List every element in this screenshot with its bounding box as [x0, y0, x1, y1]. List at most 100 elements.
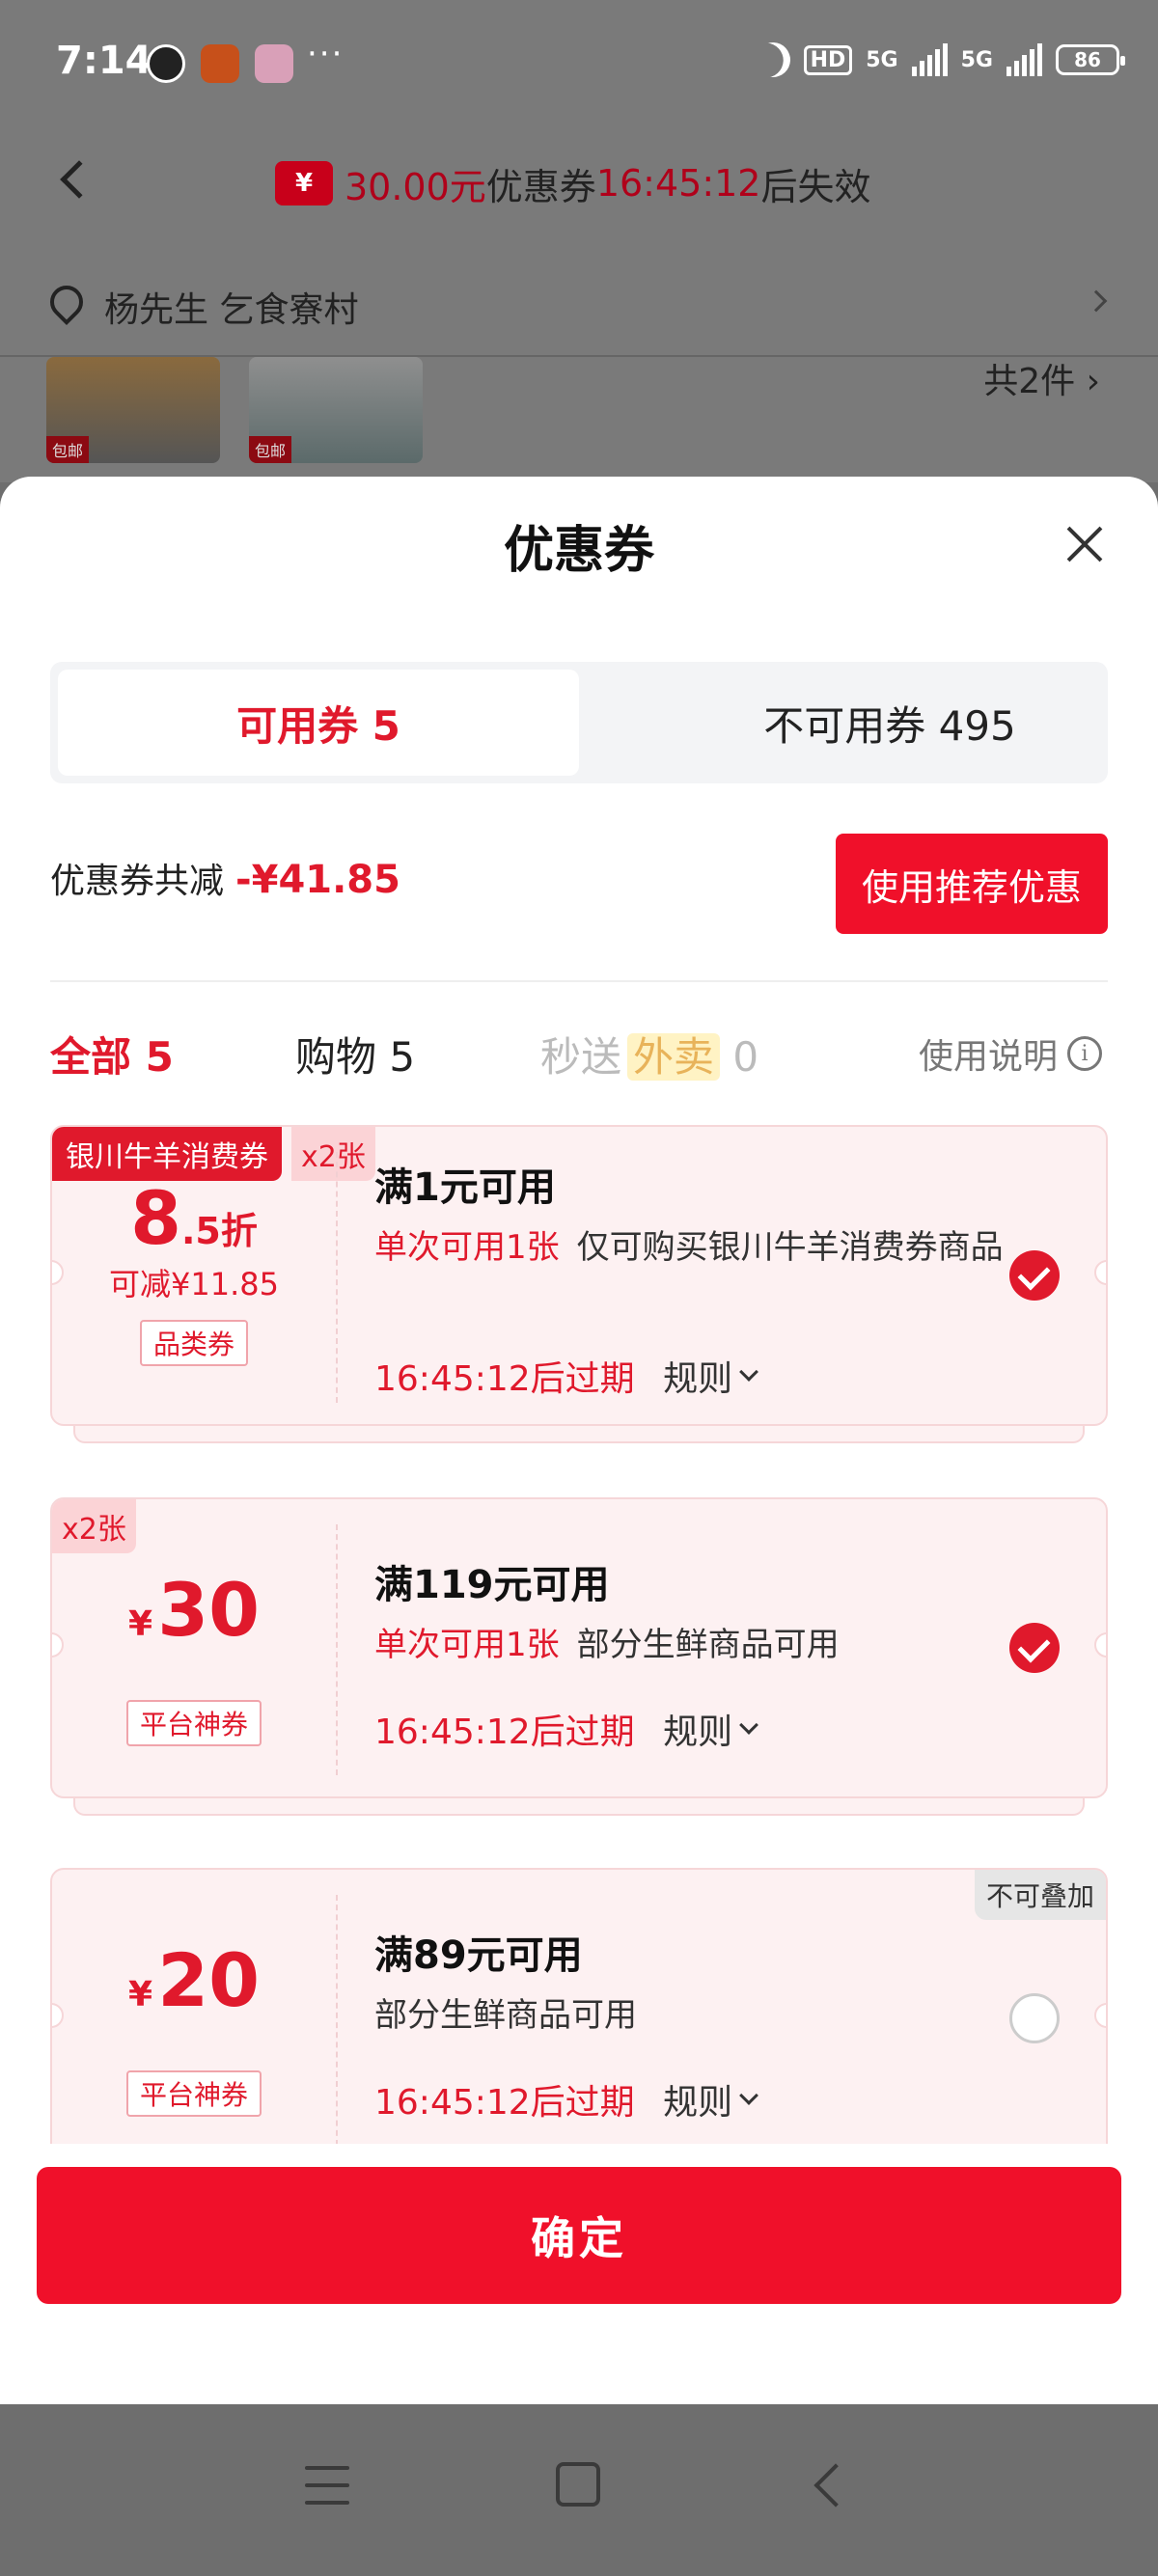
- coupon-limit: 单次可用1张: [374, 1626, 560, 1664]
- total-items-link[interactable]: 共2件 ›: [983, 353, 1100, 403]
- coupon-type-badge: 平台神券: [125, 1700, 262, 1746]
- coupon-description: 单次可用1张 仅可购买银川牛羊消费券商品: [374, 1221, 1031, 1274]
- use-recommended-button[interactable]: 使用推荐优惠: [836, 834, 1108, 934]
- rules-label: 规则: [663, 1359, 733, 1399]
- rules-toggle[interactable]: 规则: [663, 2074, 759, 2124]
- more-notifications-icon: ···: [307, 35, 345, 73]
- free-shipping-tag: 包邮: [249, 436, 292, 463]
- battery-icon: 86: [1056, 44, 1125, 75]
- selected-check-icon[interactable]: [1009, 1623, 1060, 1673]
- system-back-icon[interactable]: [813, 2463, 858, 2507]
- info-icon: i: [1067, 1036, 1102, 1071]
- card-notch: [1094, 1260, 1106, 1285]
- coupon-value: ¥ 30: [52, 1567, 336, 1653]
- banner-amount: 30.00元: [345, 165, 486, 208]
- network-5g-label: 5G: [866, 47, 898, 72]
- card-notch: [1094, 1632, 1106, 1658]
- coupon-card[interactable]: 不可叠加 ¥ 20 平台神券 满89元可用 部分生鲜商品可用 16:45:12后…: [50, 1868, 1108, 2186]
- total-items-label: 共2件: [983, 362, 1076, 401]
- coupon-threshold: 满119元可用: [374, 1563, 610, 1607]
- tab-available[interactable]: 可用券 5: [58, 670, 579, 776]
- usage-instructions-link[interactable]: 使用说明 i: [919, 1028, 1102, 1079]
- product-thumb[interactable]: 包邮: [46, 357, 220, 463]
- coupon-quantity-badge: x2张: [291, 1127, 375, 1181]
- close-icon[interactable]: [1065, 525, 1104, 563]
- total-savings: 优惠券共减 -¥41.85: [50, 853, 400, 903]
- filter-express-label: 秒送: [540, 1033, 622, 1081]
- rules-toggle[interactable]: 规则: [663, 1704, 759, 1754]
- coupon-expiry: 16:45:12后过期 规则: [374, 2074, 759, 2124]
- card-stack-shadow: [73, 1798, 1085, 1816]
- coupon-card[interactable]: x2张 ¥ 30 平台神券 满119元可用 单次可用1张 部分生鲜商品可用 16:…: [50, 1497, 1108, 1835]
- coupon-amount: 30: [157, 1567, 260, 1653]
- card-divider: [336, 1895, 338, 2146]
- coupon-expiry-banner: ¥ 30.00元 优惠券 16:45:12 后失效: [275, 154, 871, 212]
- system-nav-bar: [0, 2404, 1158, 2576]
- coupon-threshold: 满89元可用: [374, 1933, 583, 1978]
- divider: [50, 980, 1108, 982]
- discount-main: 8: [130, 1175, 181, 1261]
- coupon-expiry: 16:45:12后过期 规则: [374, 1351, 759, 1401]
- savings-label: 优惠券共减: [50, 862, 225, 901]
- moon-icon: [750, 38, 794, 82]
- expiry-text: 16:45:12后过期: [374, 1713, 635, 1752]
- confirm-button[interactable]: 确定: [37, 2167, 1121, 2304]
- rules-label: 规则: [663, 2083, 733, 2123]
- coupon-value: ¥ 20: [52, 1937, 336, 2023]
- coupon-scope: 部分生鲜商品可用: [576, 1626, 840, 1664]
- reduce-amount: 可减¥11.85: [109, 1266, 279, 1302]
- discount-value: 8.5折: [52, 1175, 336, 1261]
- coupon-icon: ¥: [275, 161, 333, 206]
- coupon-card-body: 银川牛羊消费券 x2张 8.5折 可减¥11.85 品类券 满1元可用 单次可用…: [50, 1125, 1108, 1426]
- home-icon[interactable]: [556, 2462, 600, 2507]
- status-bar: 7:14 ··· HD 5G 5G 86: [0, 0, 1158, 131]
- battery-level: 86: [1074, 48, 1101, 71]
- filter-express[interactable]: 秒送 外卖 0: [540, 1025, 758, 1083]
- chevron-down-icon: [739, 1715, 759, 1735]
- chevron-down-icon: [739, 2086, 759, 2105]
- filter-shopping[interactable]: 购物 5: [295, 1025, 415, 1083]
- savings-amount: -¥41.85: [235, 858, 400, 902]
- banner-time: 16:45:12: [595, 162, 761, 205]
- coupon-card-body: 不可叠加 ¥ 20 平台神券 满89元可用 部分生鲜商品可用 16:45:12后…: [50, 1868, 1108, 2169]
- expiry-text: 16:45:12后过期: [374, 1359, 635, 1399]
- chevron-down-icon: [739, 1362, 759, 1382]
- non-stackable-badge: 不可叠加: [974, 1870, 1106, 1920]
- coupon-card-body: x2张 ¥ 30 平台神券 满119元可用 单次可用1张 部分生鲜商品可用 16:…: [50, 1497, 1108, 1798]
- coupon-type-badge: 品类券: [139, 1320, 248, 1366]
- rules-label: 规则: [663, 1713, 733, 1752]
- selected-check-icon[interactable]: [1009, 1250, 1060, 1301]
- coupon-threshold: 满1元可用: [374, 1165, 556, 1210]
- filter-express-count: 0: [732, 1033, 759, 1081]
- confirm-area: 确定: [0, 2144, 1158, 2404]
- coupon-description: 部分生鲜商品可用: [374, 1996, 637, 2035]
- product-thumb[interactable]: 包邮: [249, 357, 423, 463]
- banner-mid: 优惠券: [485, 165, 596, 208]
- card-divider: [336, 1152, 338, 1403]
- discount-sub: .5折: [181, 1210, 258, 1252]
- coupon-description: 单次可用1张 部分生鲜商品可用: [374, 1619, 1031, 1671]
- coupon-amount: 20: [157, 1937, 260, 2023]
- coupon-quantity-badge: x2张: [52, 1499, 136, 1553]
- filter-all[interactable]: 全部 5: [50, 1025, 174, 1083]
- free-shipping-tag: 包邮: [46, 436, 90, 463]
- taobao-app-icon: [201, 44, 239, 83]
- expiry-text: 16:45:12后过期: [374, 2083, 635, 2123]
- card-notch: [1094, 2003, 1106, 2028]
- network-5g-label-2: 5G: [960, 47, 993, 72]
- unselected-radio-icon[interactable]: [1009, 1993, 1060, 2043]
- rules-toggle[interactable]: 规则: [663, 1351, 759, 1401]
- coupon-scope: 仅可购买银川牛羊消费券商品: [576, 1228, 1004, 1267]
- signal-icon-2: [1006, 43, 1042, 76]
- hd-icon: HD: [803, 44, 853, 75]
- currency-symbol: ¥: [128, 1975, 153, 2014]
- sheet-title: 优惠券: [503, 522, 654, 580]
- clock-app-icon: [147, 44, 185, 83]
- coupon-expiry: 16:45:12后过期 规则: [374, 1704, 759, 1754]
- currency-symbol: ¥: [128, 1604, 153, 1644]
- recent-apps-icon[interactable]: [305, 2466, 349, 2505]
- tab-unavailable[interactable]: 不可用券 495: [629, 670, 1150, 776]
- coupon-card[interactable]: 银川牛羊消费券 x2张 8.5折 可减¥11.85 品类券 满1元可用 单次可用…: [50, 1125, 1108, 1463]
- takeout-tag: 外卖: [627, 1033, 721, 1081]
- help-label: 使用说明: [918, 1037, 1058, 1077]
